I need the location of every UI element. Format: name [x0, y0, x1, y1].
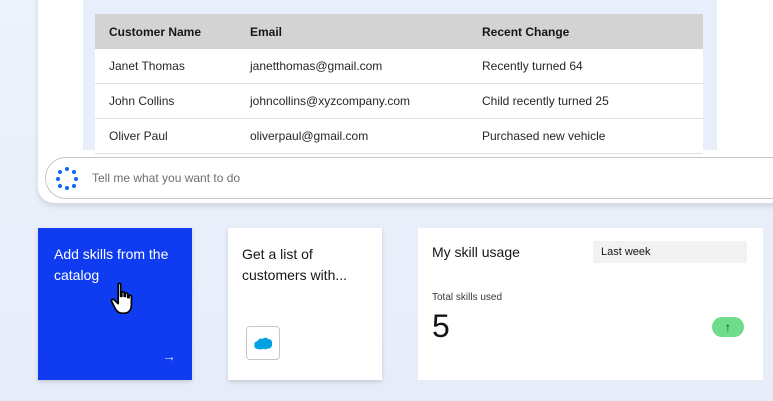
cell-customer-name: Oliver Paul — [109, 129, 168, 143]
table-header: Customer Name Email Recent Change — [95, 14, 703, 49]
total-skills-value: 5 — [432, 308, 450, 344]
customer-list-skill-card[interactable]: Get a list of customers with... — [228, 228, 382, 380]
cell-recent-change: Recently turned 64 — [482, 59, 583, 73]
header-recent-change[interactable]: Recent Change — [482, 25, 703, 39]
skill-usage-card: My skill usage Last week Total skills us… — [418, 228, 763, 380]
chat-input[interactable]: Tell me what you want to do — [92, 171, 240, 185]
cell-email: janetthomas@gmail.com — [250, 59, 383, 73]
cell-recent-change: Purchased new vehicle — [482, 129, 606, 143]
customer-table: Customer Name Email Recent Change Janet … — [95, 14, 703, 154]
cell-customer-name: John Collins — [109, 94, 175, 108]
cell-email: johncollins@xyzcompany.com — [250, 94, 411, 108]
table-container: Customer Name Email Recent Change Janet … — [83, 0, 717, 154]
header-email[interactable]: Email — [250, 25, 482, 39]
spinner-dots-icon — [56, 167, 78, 190]
table-row[interactable]: Oliver Paul oliverpaul@gmail.com Purchas… — [95, 119, 703, 154]
skill-usage-title: My skill usage — [432, 244, 520, 260]
table-row[interactable]: John Collins johncollins@xyzcompany.com … — [95, 84, 703, 119]
cell-recent-change: Child recently turned 25 — [482, 94, 609, 108]
period-dropdown[interactable]: Last week — [593, 241, 747, 263]
arrow-up-icon: ↑ — [725, 320, 731, 334]
arrow-right-icon: → — [162, 348, 176, 364]
salesforce-icon — [254, 337, 273, 350]
add-skills-card-title: Add skills from the catalog — [54, 246, 169, 283]
table-row[interactable]: Janet Thomas janetthomas@gmail.com Recen… — [95, 49, 703, 84]
trend-up-badge: ↑ — [712, 317, 744, 337]
cell-customer-name: Janet Thomas — [109, 59, 185, 73]
salesforce-app-tile — [246, 326, 280, 360]
add-skills-card[interactable]: Add skills from the catalog → — [38, 228, 192, 380]
total-skills-label: Total skills used — [432, 292, 503, 303]
customer-list-card-title: Get a list of customers with... — [242, 246, 348, 283]
header-customer-name[interactable]: Customer Name — [95, 25, 250, 39]
cell-email: oliverpaul@gmail.com — [250, 129, 369, 143]
hand-cursor-icon — [110, 282, 133, 315]
chat-input-bar[interactable]: Tell me what you want to do — [45, 157, 773, 199]
